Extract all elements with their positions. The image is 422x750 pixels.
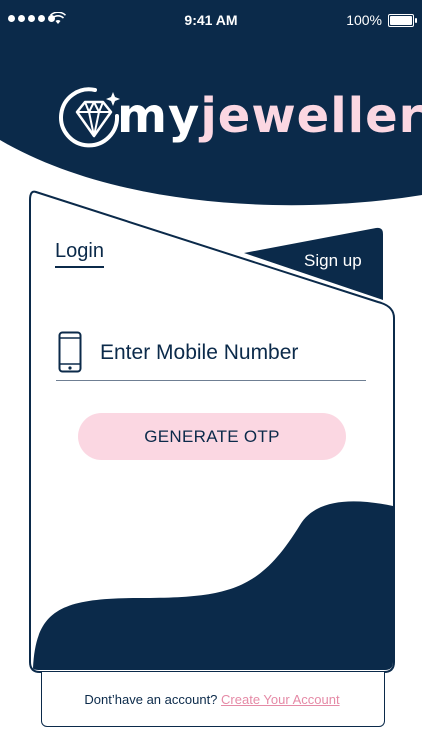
- tab-signup[interactable]: Sign up: [304, 251, 362, 271]
- input-underline: [56, 380, 366, 381]
- login-card: [29, 190, 395, 673]
- tab-login[interactable]: Login: [55, 240, 104, 268]
- mobile-phone-icon: [58, 331, 82, 373]
- mobile-number-input[interactable]: [100, 336, 362, 370]
- generate-otp-button[interactable]: GENERATE OTP: [78, 413, 346, 460]
- create-account-link[interactable]: Create Your Account: [221, 692, 340, 707]
- footer-prompt: Dont’have an account?: [84, 692, 218, 707]
- footer-text: Dont’have an account? Create Your Accoun…: [0, 692, 422, 707]
